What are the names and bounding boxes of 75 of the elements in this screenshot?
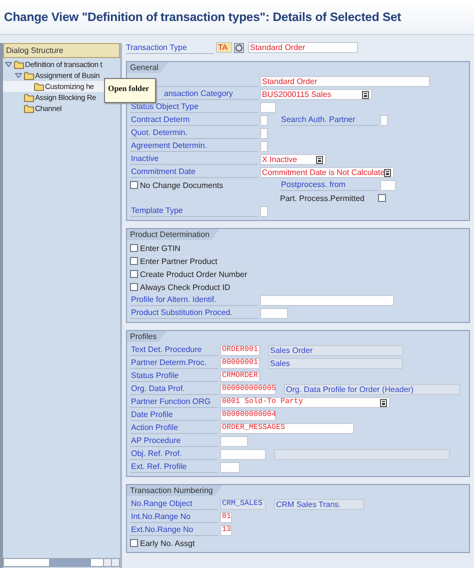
checkbox-label: Enter GTIN <box>140 244 180 252</box>
display-icon[interactable] <box>234 42 244 52</box>
input-field[interactable]: X Inactive <box>260 154 326 164</box>
field-label: No.Range Object <box>130 498 218 510</box>
field-label: Int.No.Range No <box>130 511 218 523</box>
field-label: Agreement Determin. <box>130 140 258 152</box>
field-label: Status Profile <box>130 370 218 382</box>
field-label: Transaction Type <box>126 42 214 54</box>
checkbox[interactable] <box>130 283 138 291</box>
checkbox-label: Create Product Order Number <box>140 270 248 278</box>
field-label: AP Procedure <box>130 435 218 447</box>
description-field: Org. Data Profile for Order (Header) <box>284 384 460 394</box>
field-label: Postprocess. from <box>280 179 378 191</box>
input-field[interactable] <box>220 448 266 460</box>
input-field[interactable] <box>380 114 388 126</box>
description-field: Sales Order <box>268 344 403 356</box>
field-label: Commitment Date <box>130 166 258 178</box>
description-field: CRM Sales Trans. <box>274 498 364 510</box>
checkbox-label: Enter Partner Product <box>140 256 218 266</box>
checkbox-label: Early No. Assgt <box>140 538 195 548</box>
input-field[interactable] <box>380 180 396 190</box>
input-field[interactable] <box>260 294 394 306</box>
input-field[interactable]: Standard Order <box>248 42 358 53</box>
field-label: Ext.No.Range No <box>130 524 218 536</box>
input-field[interactable]: BUS2000115 Sales <box>260 88 372 100</box>
checkbox-label: Part. Process.Permitted <box>280 194 366 202</box>
checkbox[interactable] <box>130 181 138 189</box>
input-field[interactable]: TA <box>216 42 232 53</box>
field-label: Search Auth. Partner <box>280 114 378 126</box>
field-label: Action Profile <box>130 422 218 434</box>
dropdown-icon[interactable] <box>316 156 323 164</box>
input-field[interactable] <box>260 128 268 138</box>
field-label: Date Profile <box>130 409 218 421</box>
field-label: Quot. Determin. <box>130 127 258 139</box>
scrollbar[interactable] <box>3 558 120 567</box>
dropdown-icon[interactable] <box>380 398 387 406</box>
input-field[interactable] <box>260 308 288 318</box>
input-field[interactable]: Commitment Date is Not Calculate <box>260 166 394 178</box>
field-label: Contract Determ <box>130 114 258 126</box>
input-field[interactable]: Standard Order <box>260 76 430 86</box>
group-title: General <box>127 62 168 73</box>
field-label: Ext. Ref. Profile <box>130 461 218 473</box>
field-label: Org. Data Prof. <box>130 383 218 395</box>
field-label: Partner Function ORG <box>130 396 218 408</box>
field-label: Inactive <box>130 153 258 165</box>
checkbox-label: No Change Documents <box>140 180 224 190</box>
input-field[interactable] <box>260 114 268 126</box>
checkbox[interactable] <box>130 257 138 265</box>
input-field[interactable] <box>260 102 276 112</box>
tree-header: Dialog Structure <box>3 43 120 58</box>
field-label: Text Det. Procedure <box>130 344 218 356</box>
field-label: Template Type <box>130 205 258 217</box>
checkbox-label: Always Check Product ID <box>140 282 230 292</box>
collapse-icon[interactable] <box>5 61 12 68</box>
dropdown-icon[interactable] <box>384 168 391 176</box>
group-title: Transaction Numbering <box>127 485 223 496</box>
input-field[interactable] <box>260 206 268 216</box>
field-label: Product Substitution Proced. <box>130 307 258 319</box>
group-title: Profiles <box>127 331 167 342</box>
checkbox[interactable] <box>378 194 386 202</box>
group-title: Product Determination <box>127 229 220 240</box>
field-label: Partner Determ.Proc. <box>130 357 218 369</box>
description-field: Sales <box>268 358 403 368</box>
tooltip: Open folder <box>104 78 156 103</box>
checkbox[interactable] <box>130 270 138 278</box>
collapse-icon[interactable] <box>15 72 22 79</box>
input-field[interactable] <box>220 462 240 472</box>
dropdown-icon[interactable] <box>362 90 369 98</box>
checkbox[interactable] <box>130 244 138 252</box>
input-field[interactable] <box>220 436 248 446</box>
input-field[interactable] <box>260 140 268 152</box>
field-label: Obj. Ref. Prof. <box>130 448 218 460</box>
window-title: Change View "Definition of transaction types": Details of Selected Set <box>4 10 402 24</box>
checkbox[interactable] <box>130 539 138 547</box>
field-label: Profile for Altern. Identif. <box>130 294 258 306</box>
